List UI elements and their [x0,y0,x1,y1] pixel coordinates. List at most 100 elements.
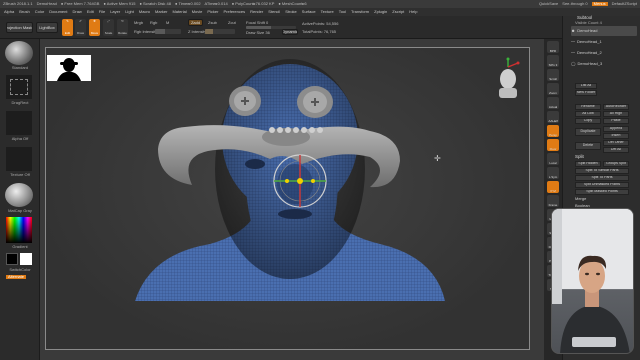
default-zscript-button[interactable]: DefaultZScript [612,2,637,6]
menu-texture[interactable]: Texture [321,10,334,14]
rgb-toggle[interactable]: Rgb [150,21,157,25]
zoom-button[interactable]: Zoom [547,83,559,95]
rotate-mode-button[interactable]: ↻ Rotate [117,19,128,36]
all-high-button[interactable]: All High [603,111,629,117]
edit-mode-button[interactable]: ✎ Edit [62,19,73,36]
bpr-button[interactable]: BPR [547,41,559,53]
texture-thumbnail[interactable] [6,147,32,171]
see-through-slider[interactable]: See-through 0 [562,2,587,6]
menu-alpha[interactable]: Alpha [4,10,14,14]
brush-thumbnail[interactable] [5,41,33,65]
autoreorder-button[interactable]: AutoReorder [603,104,629,110]
groups-split-button[interactable]: Groups Split [603,161,629,167]
zadd-button[interactable]: Zadd [188,19,203,26]
subtool-item[interactable]: 〰 DemoHead_1 [571,37,637,47]
stroke-thumbnail[interactable] [6,75,32,99]
menu-draw[interactable]: Draw [72,10,81,14]
menu-picker[interactable]: Picker [207,10,218,14]
alpha-thumbnail[interactable] [6,111,32,135]
spix-button[interactable]: SPix 3 [547,55,559,67]
delete-button[interactable]: Delete [575,142,601,150]
menu-marker[interactable]: Marker [155,10,167,14]
menu-movie[interactable]: Movie [192,10,203,14]
menu-macro[interactable]: Macro [139,10,150,14]
document-canvas[interactable]: ✛ [40,39,544,360]
aahalf-button[interactable]: AAHalf [547,111,559,123]
subtool-item[interactable]: ☻ DemoHead [571,26,637,36]
mrgb-toggle[interactable]: Mrgb [134,21,143,25]
lsym-button[interactable]: L.Sym [547,167,559,179]
menu-stencil[interactable]: Stencil [268,10,280,14]
material-thumbnail[interactable] [5,183,33,207]
persp-button[interactable]: Persp [547,125,559,137]
append-button[interactable]: Append [603,126,629,132]
del-all-button[interactable]: Del All [603,147,629,153]
z-intensity-slider[interactable] [205,29,235,34]
menu-file[interactable]: File [99,10,105,14]
all-low-button[interactable]: All Low [575,111,601,117]
lightbox-button[interactable]: LightBox [36,22,58,33]
zsub-button[interactable]: Zsub [208,21,217,25]
scale-mode-button[interactable]: ⤢ Scale [103,19,114,36]
split-header[interactable]: Split [575,154,584,160]
draw-mode-button[interactable]: ✐ Draw [75,19,86,36]
projection-master-button[interactable]: Projection Master [6,22,33,33]
paste-button[interactable]: Paste [603,118,629,124]
mesh-viewport[interactable]: ✛ [40,39,544,360]
menus-button[interactable]: Menus [591,2,608,6]
list-all-button[interactable]: List All [575,83,597,89]
menu-surface[interactable]: Surface [302,10,316,14]
split-unmasked-button[interactable]: Split Unmasked Points [575,182,629,188]
split-similar-parts-button[interactable]: Split To Similar Parts [575,168,629,174]
move-mode-button[interactable]: ✥ Move [89,19,100,36]
menu-brush[interactable]: Brush [19,10,29,14]
menu-stroke[interactable]: Stroke [285,10,297,14]
menu-document[interactable]: Document [49,10,67,14]
top-toolbar: Projection Master LightBox ✎ Edit ✐ Draw ✥… [0,16,640,39]
menu-transform[interactable]: Transform [351,10,369,14]
menu-material[interactable]: Material [172,10,186,14]
duplicate-button[interactable]: Duplicate [575,128,601,136]
del-other-button[interactable]: Del Other [603,140,629,146]
draw-size-label[interactable]: Draw Size 36 [246,31,270,35]
zcut-button[interactable]: Zcut [228,21,236,25]
menu-help[interactable]: Help [409,10,417,14]
main-color-swatch[interactable] [20,253,32,265]
secondary-color-swatch[interactable] [6,253,18,265]
switchcolor-label[interactable]: SwitchColor [0,268,40,272]
menu-zplugin[interactable]: Zplugin [374,10,387,14]
floor-button[interactable]: Floor [547,139,559,151]
rename-button[interactable]: Rename [575,104,601,110]
menu-edit[interactable]: Edit [87,10,94,14]
m-toggle[interactable]: M [166,21,169,25]
dynamic-button[interactable]: Dynamic [282,29,298,35]
subtool-item[interactable]: 〰 DemoHead_2 [571,48,637,58]
rgb-intensity-slider[interactable] [155,29,181,34]
menu-preferences[interactable]: Preferences [224,10,246,14]
xyz-button[interactable]: XYZ [547,181,559,193]
menu-zscript[interactable]: Zscript [392,10,404,14]
frame-button[interactable]: Frame [547,195,559,207]
menu-tool[interactable]: Tool [339,10,346,14]
copy-button[interactable]: Copy [575,118,601,124]
scroll-button[interactable]: Scroll [547,69,559,81]
focal-shift-label[interactable]: Focal Shift 0 [246,21,268,25]
subtool-item[interactable]: ◯ DemoHead_3 [571,59,637,69]
new-folder-button[interactable]: New Folder [575,90,597,96]
menu-color[interactable]: Color [35,10,45,14]
quicksave-button[interactable]: QuickSave [539,2,558,6]
local-button[interactable]: Local [547,153,559,165]
actual-button[interactable]: Actual [547,97,559,109]
alternate-button[interactable]: Alternate [6,275,26,279]
split-hidden-button[interactable]: Split Hidden [575,161,601,167]
insert-button[interactable]: Insert [603,133,629,139]
split-to-parts-button[interactable]: Split To Parts [575,175,629,181]
orientation-head-icon[interactable] [499,57,520,99]
merge-header[interactable]: Merge [575,197,586,201]
visible-count[interactable]: Visible Count 4 [575,21,602,25]
menu-layer[interactable]: Layer [110,10,120,14]
color-picker[interactable] [6,217,32,243]
split-masked-button[interactable]: Split Masked Points [575,189,629,195]
menu-light[interactable]: Light [125,10,134,14]
menu-render[interactable]: Render [250,10,263,14]
